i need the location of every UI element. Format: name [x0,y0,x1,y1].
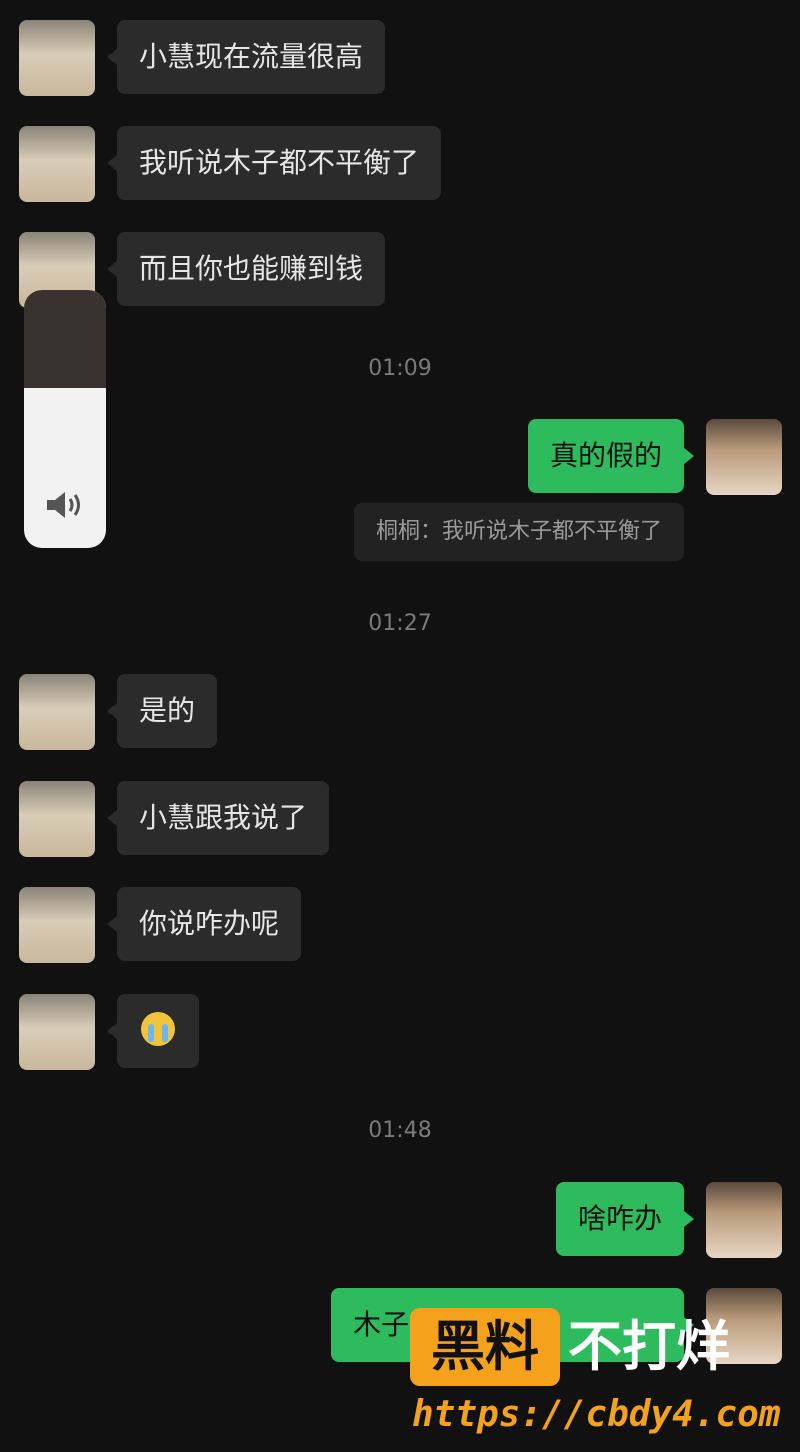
contact-avatar[interactable] [19,126,95,202]
message-bubble-emoji[interactable] [107,994,199,1068]
message-bubble-incoming[interactable]: 而且你也能赚到钱 [106,232,386,306]
timestamp: 01:09 [368,356,432,381]
volume-slider[interactable] [24,290,106,548]
message-bubble-outgoing[interactable]: 真的假的 [527,419,695,493]
speaker-icon [24,488,106,526]
message-bubble-incoming[interactable]: 你说咋办呢 [106,887,302,961]
quoted-message[interactable]: 桐桐：我听说木子都不平衡了 [353,503,684,561]
watermark-text: 不打烊 [568,1315,730,1378]
contact-avatar[interactable] [19,994,95,1070]
message-bubble-incoming[interactable]: 小慧跟我说了 [106,781,330,855]
watermark-logo-box: 黑料 [410,1308,560,1386]
message-bubble-incoming[interactable]: 小慧现在流量很高 [106,20,386,94]
self-avatar[interactable] [706,1182,782,1258]
contact-avatar[interactable] [19,674,95,750]
message-bubble-incoming[interactable]: 我听说木子都不平衡了 [106,126,442,200]
watermark-url: https://cbdy4.com [412,1394,781,1435]
crying-face-icon [141,1012,175,1046]
contact-avatar[interactable] [19,781,95,857]
contact-avatar[interactable] [19,20,95,96]
timestamp: 01:27 [368,611,432,636]
self-avatar[interactable] [706,419,782,495]
message-bubble-outgoing[interactable]: 啥咋办 [555,1182,695,1256]
timestamp: 01:48 [368,1118,432,1143]
contact-avatar[interactable] [19,887,95,963]
message-bubble-incoming[interactable]: 是的 [106,674,218,748]
volume-empty-track [24,290,106,389]
